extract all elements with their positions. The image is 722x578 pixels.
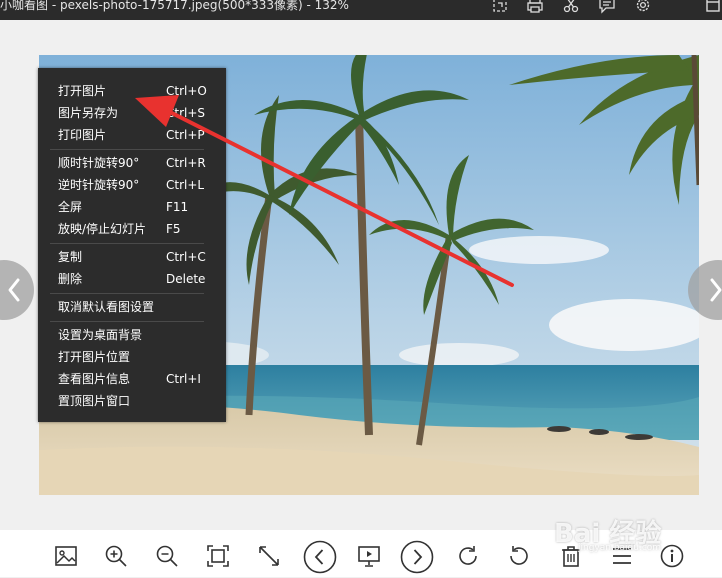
menu-item[interactable]: 打印图片 Ctrl+P <box>38 124 226 146</box>
watermark: Bai 经验 jingyan.baidu.com <box>554 513 694 553</box>
menu-separator <box>50 293 204 294</box>
menu-item-label: 打开图片 <box>58 84 107 98</box>
image-icon[interactable] <box>54 544 78 568</box>
actual-size-icon[interactable] <box>257 544 281 568</box>
zoom-out-icon[interactable] <box>155 544 179 568</box>
zoom-in-icon[interactable] <box>104 544 128 568</box>
menu-item-label: 打开图片位置 <box>58 350 131 364</box>
menu-item[interactable]: 删除 Delete <box>38 268 226 290</box>
menu-item-label: 设置为桌面背景 <box>58 328 143 342</box>
menu-item[interactable]: 放映/停止幻灯片 F5 <box>38 218 226 240</box>
menu-item-shortcut: Ctrl+L <box>166 178 205 192</box>
next-image-arrow[interactable] <box>688 260 722 320</box>
menu-item[interactable]: 图片另存为 Ctrl+S <box>38 102 226 124</box>
menu-item[interactable]: 顺时针旋转90° Ctrl+R <box>38 152 226 174</box>
previous-image-arrow[interactable] <box>0 260 34 320</box>
menu-item[interactable]: 置顶图片窗口 <box>38 390 226 412</box>
menu-item[interactable]: 设置为桌面背景 <box>38 324 226 346</box>
gear-icon[interactable] <box>633 0 653 14</box>
menu-item[interactable]: 取消默认看图设置 <box>38 296 226 318</box>
crop-icon[interactable] <box>490 0 510 14</box>
menu-item[interactable]: 打开图片位置 <box>38 346 226 368</box>
watermark-subtext: jingyan.baidu.com <box>578 543 662 553</box>
menu-item[interactable]: 逆时针旋转90° Ctrl+L <box>38 174 226 196</box>
print-icon[interactable] <box>525 0 545 14</box>
menu-item-label: 顺时针旋转90° <box>58 156 140 170</box>
previous-icon[interactable] <box>303 540 337 574</box>
menu-item-label: 查看图片信息 <box>58 372 131 386</box>
menu-item-label: 置顶图片窗口 <box>58 394 131 408</box>
menu-item-label: 逆时针旋转90° <box>58 178 140 192</box>
menu-item-label: 取消默认看图设置 <box>58 300 155 314</box>
title-bar: 小咖看图 - pexels-photo-175717.jpeg(500*333像… <box>0 0 722 20</box>
menu-item-shortcut: Ctrl+I <box>166 372 201 386</box>
menu-item-label: 图片另存为 <box>58 106 119 120</box>
menu-item[interactable]: 全屏 F11 <box>38 196 226 218</box>
menu-item-label: 打印图片 <box>58 128 107 142</box>
rotate-clockwise-icon[interactable] <box>456 544 480 568</box>
menu-separator <box>50 243 204 244</box>
menu-item[interactable]: 打开图片 Ctrl+O <box>38 80 226 102</box>
menu-item-shortcut: Ctrl+C <box>166 250 206 264</box>
menu-item-label: 删除 <box>58 272 83 286</box>
menu-item-label: 放映/停止幻灯片 <box>58 222 147 236</box>
menu-item-label: 全屏 <box>58 200 83 214</box>
menu-item-shortcut: Ctrl+R <box>166 156 206 170</box>
menu-item-shortcut: Ctrl+S <box>166 106 206 120</box>
menu-item[interactable]: 复制 Ctrl+C <box>38 246 226 268</box>
slideshow-icon[interactable] <box>357 544 381 568</box>
menu-separator <box>50 149 204 150</box>
menu-item[interactable]: 查看图片信息 Ctrl+I <box>38 368 226 390</box>
context-menu: 打开图片 Ctrl+O 图片另存为 Ctrl+S 打印图片 Ctrl+P 顺时针旋转90° C… <box>38 68 226 422</box>
menu-separator <box>50 321 204 322</box>
next-icon[interactable] <box>400 540 434 574</box>
menu-item-shortcut: F5 <box>166 222 181 236</box>
menu-item-shortcut: Ctrl+O <box>166 84 207 98</box>
fit-screen-icon[interactable] <box>206 544 230 568</box>
window-title: 小咖看图 - pexels-photo-175717.jpeg(500*333像… <box>0 0 349 12</box>
rotate-counterclockwise-icon[interactable] <box>507 544 531 568</box>
scissors-icon[interactable] <box>561 0 581 14</box>
feedback-icon[interactable] <box>597 0 617 14</box>
menu-item-shortcut: Delete <box>166 272 206 286</box>
window-icon[interactable] <box>703 0 722 14</box>
menu-item-shortcut: Ctrl+P <box>166 128 205 142</box>
menu-item-shortcut: F11 <box>166 200 189 214</box>
menu-item-label: 复制 <box>58 250 83 264</box>
